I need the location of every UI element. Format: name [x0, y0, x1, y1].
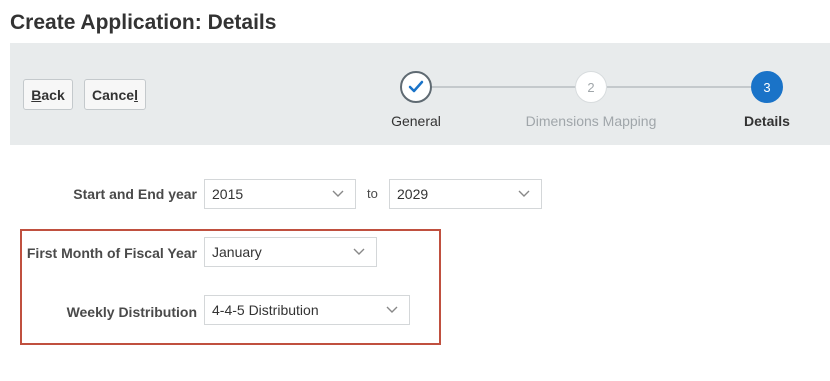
start-end-year-label: Start and End year	[73, 186, 197, 202]
page-title: Create Application: Details	[10, 11, 277, 34]
back-label-text: ack	[41, 86, 65, 103]
train-connector-1	[432, 86, 576, 88]
train-step-general[interactable]	[400, 71, 432, 103]
fiscal-month-value: January	[212, 244, 262, 260]
navigation-train-bar: Back Cance l General 2 Dimensions Mapping…	[10, 43, 830, 145]
end-year-select[interactable]: 2029	[389, 179, 542, 209]
train-connector-2	[607, 86, 751, 88]
cancel-accelerator: l	[134, 86, 138, 103]
chevron-down-icon	[332, 190, 344, 197]
train-step-label-general[interactable]: General	[336, 113, 496, 129]
train-step-dimensions-mapping[interactable]: 2	[575, 71, 607, 103]
weekly-distribution-label: Weekly Distribution	[66, 304, 197, 320]
chevron-down-icon	[353, 248, 365, 255]
cancel-button[interactable]: Cance l	[84, 79, 146, 110]
to-label: to	[367, 186, 378, 201]
train-step-label-details: Details	[744, 113, 790, 129]
chevron-down-icon	[518, 190, 530, 197]
fiscal-month-label: First Month of Fiscal Year	[26, 245, 197, 261]
back-accelerator: B	[31, 86, 42, 103]
train-step-label-dimensions-mapping[interactable]: Dimensions Mapping	[511, 113, 671, 129]
train-step-details[interactable]: 3	[751, 71, 783, 103]
chevron-down-icon	[386, 306, 398, 313]
weekly-distribution-value: 4-4-5 Distribution	[212, 302, 319, 318]
checkmark-icon	[408, 80, 424, 93]
end-year-value: 2029	[397, 186, 429, 202]
start-year-value: 2015	[212, 186, 244, 202]
fiscal-month-select[interactable]: January	[204, 237, 377, 267]
weekly-distribution-select[interactable]: 4-4-5 Distribution	[204, 295, 410, 325]
start-year-select[interactable]: 2015	[204, 179, 356, 209]
back-button[interactable]: Back	[23, 79, 73, 110]
cancel-label-text: Cance	[92, 86, 135, 103]
